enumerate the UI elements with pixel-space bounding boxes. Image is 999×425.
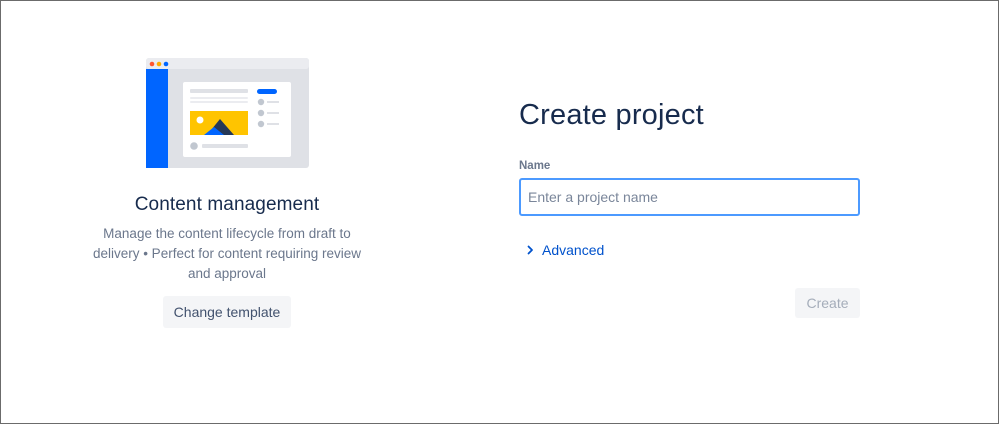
- template-panel: Content management Manage the content li…: [61, 1, 393, 425]
- advanced-toggle[interactable]: Advanced: [527, 242, 604, 258]
- template-description: Manage the content lifecycle from draft …: [92, 226, 362, 281]
- advanced-label: Advanced: [542, 242, 605, 258]
- create-button[interactable]: Create: [795, 288, 860, 318]
- project-name-input[interactable]: [519, 178, 860, 216]
- create-project-window: Content management Manage the content li…: [0, 0, 999, 424]
- name-field-label: Name: [519, 160, 551, 172]
- chevron-right-icon: [527, 245, 533, 255]
- change-template-button[interactable]: Change template: [163, 296, 291, 328]
- page-title: Create project: [519, 99, 704, 131]
- template-title: Content management: [134, 194, 320, 215]
- create-project-form: Create project Name Advanced Create: [519, 1, 861, 425]
- content-management-illustration-icon: [146, 58, 309, 168]
